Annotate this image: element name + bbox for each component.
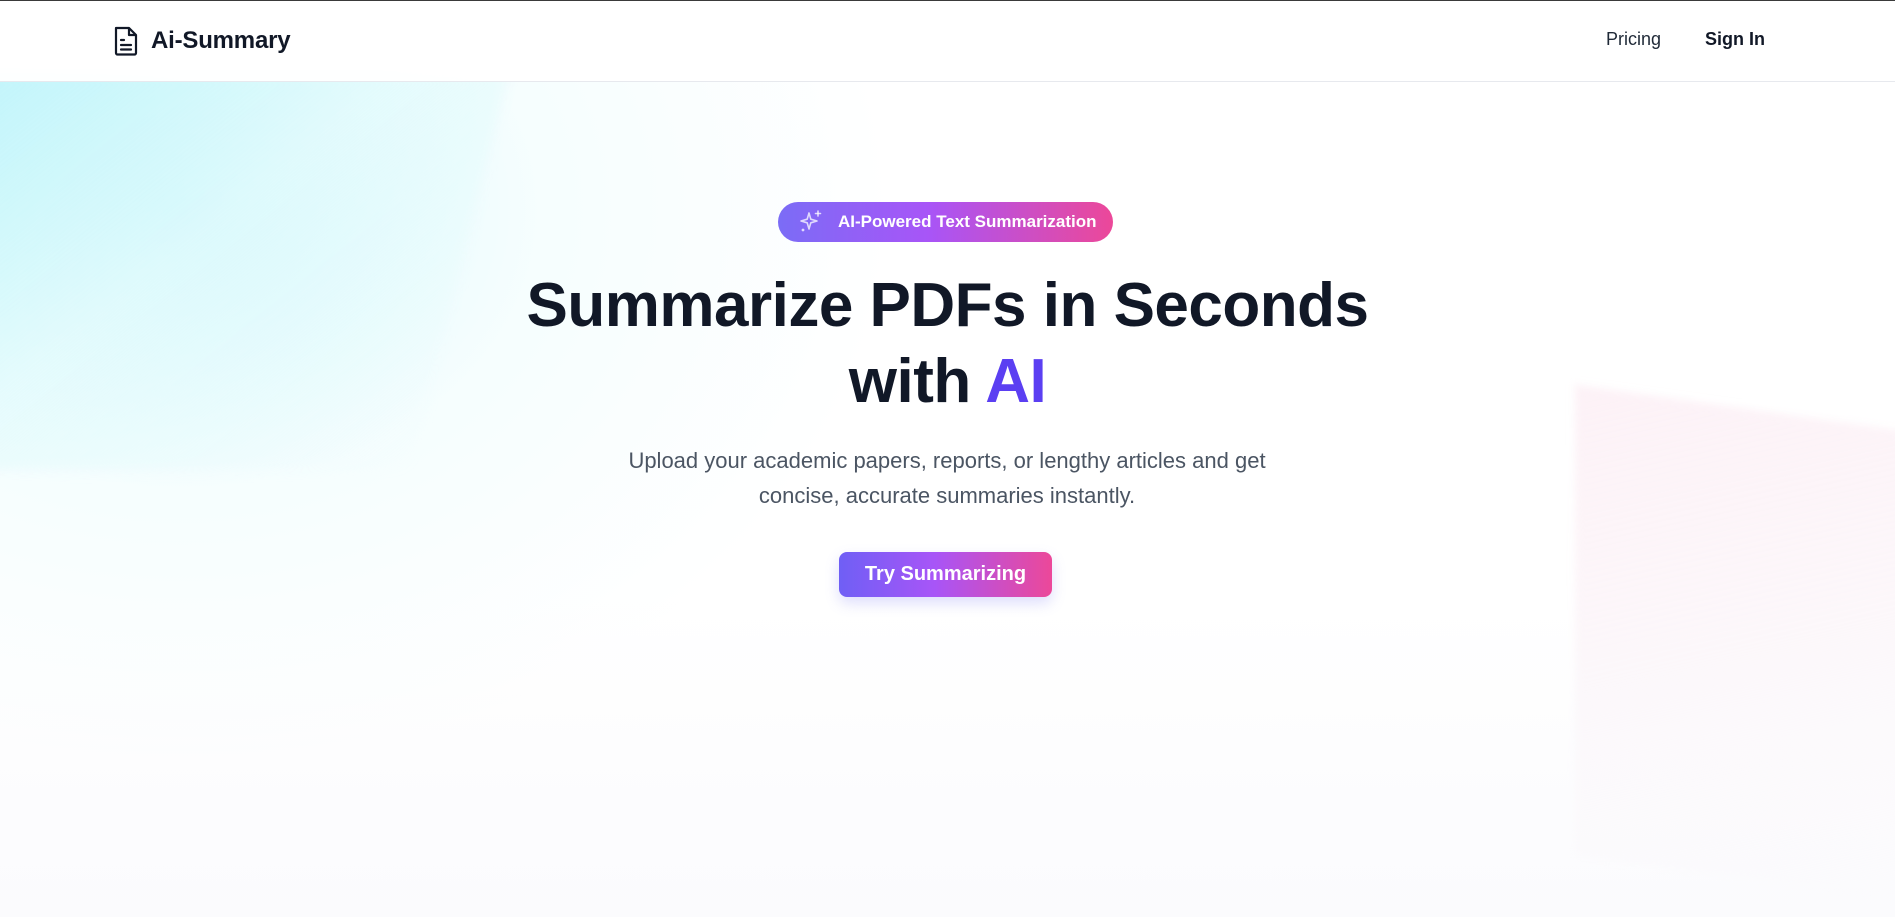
- headline-accent: AI: [985, 347, 1047, 416]
- headline-line-1: Summarize PDFs in Seconds: [526, 271, 1369, 340]
- try-summarizing-button[interactable]: Try Summarizing: [839, 552, 1052, 597]
- sign-in-button[interactable]: Sign In: [1705, 29, 1765, 50]
- header-nav: Pricing Sign In: [1562, 29, 1765, 50]
- page: Ai-Summary Pricing Sign In AI-Powered Te…: [0, 0, 1895, 917]
- background-fade-bottom: [0, 600, 1895, 917]
- headline-line-2-prefix: with: [848, 347, 986, 416]
- feature-badge: AI-Powered Text Summarization: [778, 202, 1113, 242]
- brand-name: Ai-Summary: [151, 27, 291, 54]
- hero-subtext: Upload your academic papers, reports, or…: [628, 448, 1266, 508]
- badge-label: AI-Powered Text Summarization: [838, 212, 1097, 231]
- hero-headline: Summarize PDFs in Seconds with AI: [0, 268, 1895, 420]
- document-icon: [113, 26, 139, 56]
- sparkle-icon: [798, 209, 824, 235]
- site-header: Ai-Summary Pricing Sign In: [0, 1, 1895, 82]
- nav-pricing-link[interactable]: Pricing: [1606, 29, 1661, 50]
- brand-logo-link[interactable]: Ai-Summary: [113, 26, 291, 56]
